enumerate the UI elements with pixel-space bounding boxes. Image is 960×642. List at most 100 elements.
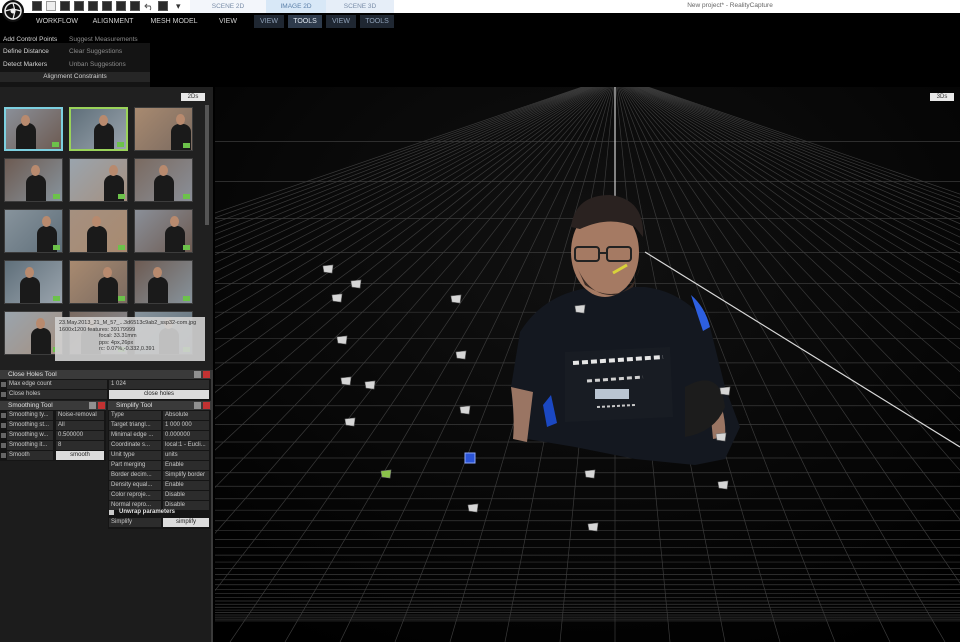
camera-frustum-icon[interactable] — [450, 294, 462, 304]
expand-icon[interactable] — [1, 433, 6, 438]
layout-triple-icon[interactable] — [130, 1, 140, 11]
expand-icon[interactable] — [1, 443, 6, 448]
undo-icon[interactable] — [144, 1, 154, 11]
tab-image-2d[interactable]: IMAGE 2D — [266, 0, 326, 13]
tab-scene-3d[interactable]: SCENE 3D — [326, 0, 394, 13]
minimize-ribbon-icon[interactable] — [32, 1, 42, 11]
property-value[interactable]: 1 000 000 — [163, 421, 209, 430]
layout-wide-icon[interactable] — [88, 1, 98, 11]
close-icon[interactable] — [203, 402, 210, 409]
expand-icon[interactable] — [1, 392, 6, 397]
layout-grid-icon[interactable] — [74, 1, 84, 11]
smoothing-tool-header: Smoothing Tool — [0, 401, 106, 410]
camera-frustum-icon[interactable] — [340, 376, 352, 386]
property-value[interactable]: 0.000000 — [163, 431, 209, 440]
layout-tall-icon[interactable] — [102, 1, 112, 11]
property-value[interactable]: Noise-removal — [56, 411, 104, 420]
close-icon[interactable] — [203, 371, 210, 378]
property-value[interactable]: 0.500000 — [56, 431, 104, 440]
scene-3d-canvas[interactable] — [215, 87, 960, 642]
tab-scene-tools[interactable]: TOOLS — [360, 15, 394, 28]
tab-workflow[interactable]: WORKFLOW — [32, 15, 82, 28]
thumbnail-image[interactable] — [4, 107, 63, 151]
camera-frustum-icon[interactable] — [344, 417, 356, 427]
scene-3d-viewport[interactable]: 3Ds — [215, 87, 960, 642]
tab-alignment[interactable]: ALIGNMENT — [88, 15, 138, 28]
view-badge-2d[interactable]: 2Ds — [181, 93, 205, 101]
thumbnail-image[interactable] — [134, 107, 193, 151]
close-holes-button[interactable]: close holes — [109, 390, 209, 399]
camera-frustum-icon[interactable] — [584, 469, 596, 479]
expand-icon[interactable] — [1, 382, 6, 387]
thumbnail-image[interactable] — [69, 107, 128, 151]
clear-suggestions-button[interactable]: Clear Suggestions — [69, 45, 122, 58]
camera-frustum-icon[interactable] — [364, 380, 376, 390]
camera-frustum-icon[interactable] — [587, 522, 599, 532]
pin-icon[interactable] — [89, 402, 96, 409]
thumbnail-image[interactable] — [4, 260, 63, 304]
close-icon[interactable] — [98, 402, 105, 409]
quick-access-dropdown[interactable]: ▾ — [176, 0, 181, 12]
camera-frustum-icon[interactable] — [322, 264, 334, 274]
property-value[interactable]: Absolute — [163, 411, 209, 420]
thumbnail-image[interactable] — [134, 209, 193, 253]
define-distance-button[interactable]: Define Distance — [3, 45, 49, 58]
layout-quad-icon[interactable] — [116, 1, 126, 11]
tab-image-tools[interactable]: TOOLS — [288, 15, 322, 28]
property-value[interactable]: Disable — [163, 491, 209, 500]
aligned-badge-icon — [117, 142, 124, 147]
detect-markers-button[interactable]: Detect Markers — [3, 58, 47, 71]
property-value[interactable]: 8 — [56, 441, 104, 450]
tab-view[interactable]: VIEW — [210, 15, 246, 28]
expand-icon[interactable] — [1, 453, 6, 458]
property-value[interactable]: Enable — [163, 481, 209, 490]
tab-image-view[interactable]: VIEW — [254, 15, 284, 28]
camera-frustum-icon[interactable] — [719, 386, 731, 396]
tab-scene-view[interactable]: VIEW — [326, 15, 356, 28]
thumbnail-image[interactable] — [4, 209, 63, 253]
aligned-badge-icon — [53, 194, 60, 199]
property-value[interactable]: Enable — [163, 461, 209, 470]
max-edge-count-field[interactable]: 1 024 — [109, 380, 209, 389]
pin-icon[interactable] — [194, 402, 201, 409]
camera-frustum-icon[interactable] — [715, 432, 727, 442]
view-badge-3d[interactable]: 3Ds — [930, 93, 954, 101]
tab-scene-2d[interactable]: SCENE 2D — [190, 0, 266, 13]
app-logo[interactable] — [2, 0, 24, 22]
property-value[interactable]: local:1 - Eucli... — [163, 441, 209, 450]
camera-frustum-icon[interactable] — [380, 469, 392, 479]
thumbnail-image[interactable] — [69, 209, 128, 253]
property-value[interactable]: Simplify border — [163, 471, 209, 480]
thumbnail-image[interactable] — [69, 158, 128, 202]
camera-frustum-icon[interactable] — [331, 293, 343, 303]
expand-icon[interactable] — [109, 510, 114, 515]
thumbnail-image[interactable] — [134, 158, 193, 202]
property-value[interactable]: units — [163, 451, 209, 460]
layout-split-icon[interactable] — [60, 1, 70, 11]
section-row[interactable]: Unwrap parameters — [108, 508, 211, 517]
camera-frustum-icon[interactable] — [717, 480, 729, 490]
layout-single-icon[interactable] — [158, 1, 168, 11]
property-value[interactable]: All — [56, 421, 104, 430]
camera-frustum-icon[interactable] — [350, 279, 362, 289]
thumbnail-image[interactable] — [69, 260, 128, 304]
tab-mesh-model[interactable]: MESH MODEL — [146, 15, 202, 28]
thumbnail-scrollbar[interactable] — [205, 105, 209, 225]
pin-icon[interactable] — [194, 371, 201, 378]
camera-frustum-icon[interactable] — [459, 405, 471, 415]
expand-icon[interactable] — [1, 423, 6, 428]
camera-frustum-icon[interactable] — [467, 503, 479, 513]
smooth-button[interactable]: smooth — [56, 451, 104, 460]
expand-icon[interactable] — [1, 413, 6, 418]
simplify-button[interactable]: simplify — [163, 518, 209, 527]
thumbnail-subject — [20, 277, 40, 303]
camera-frustum-icon[interactable] — [455, 350, 467, 360]
unwrap-parameters-section[interactable]: Unwrap parameters — [119, 508, 175, 517]
thumbnail-image[interactable] — [134, 260, 193, 304]
camera-frustum-icon[interactable] — [574, 304, 586, 314]
unban-suggestions-button[interactable]: Unban Suggestions — [69, 58, 126, 71]
layout-icon[interactable] — [46, 1, 56, 11]
selected-camera-marker[interactable] — [464, 452, 476, 464]
thumbnail-image[interactable] — [4, 158, 63, 202]
camera-frustum-icon[interactable] — [336, 335, 348, 345]
